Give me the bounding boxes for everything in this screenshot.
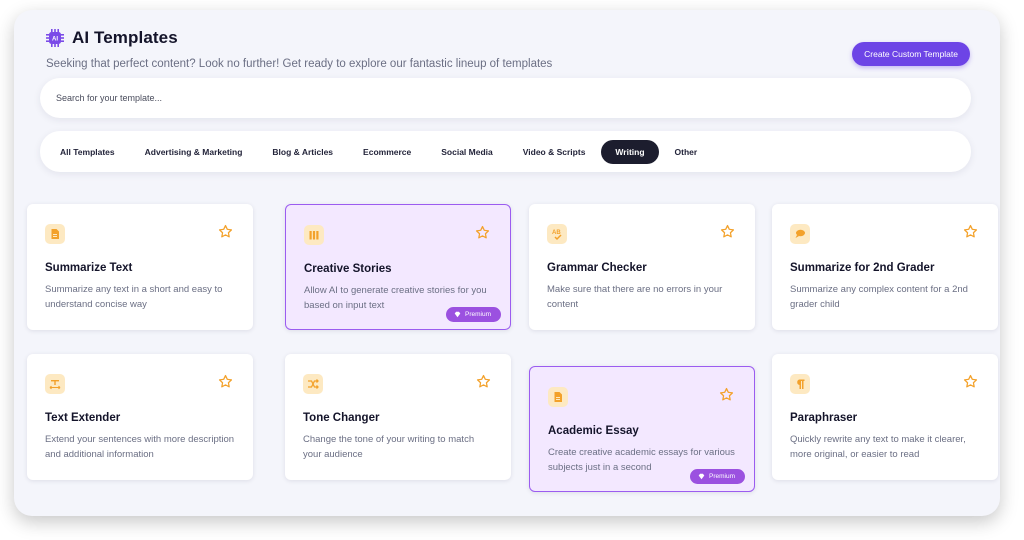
template-card-tone-changer[interactable]: Tone Changer Change the tone of your wri…: [285, 354, 511, 480]
tab-ecommerce[interactable]: Ecommerce: [349, 140, 425, 164]
document-icon: [548, 387, 568, 407]
star-icon[interactable]: [476, 374, 491, 389]
card-title: Creative Stories: [304, 263, 392, 275]
ai-chip-icon: AI: [46, 29, 64, 47]
card-description: Make sure that there are no errors in yo…: [547, 284, 723, 310]
card-description: Summarize any text in a short and easy t…: [45, 284, 223, 310]
search-input[interactable]: [40, 93, 971, 103]
tab-other[interactable]: Other: [661, 140, 712, 164]
premium-label: Premium: [708, 473, 735, 480]
star-icon[interactable]: [218, 224, 233, 239]
card-title: Tone Changer: [303, 412, 380, 424]
pilcrow-icon: [790, 374, 810, 394]
category-tabs: All Templates Advertising & Marketing Bl…: [40, 131, 971, 172]
speech-bubble-icon: [790, 224, 810, 244]
create-custom-template-button[interactable]: Create Custom Template: [852, 42, 970, 66]
card-title: Grammar Checker: [547, 262, 647, 274]
tab-advertising-marketing[interactable]: Advertising & Marketing: [131, 140, 257, 164]
tab-blog-articles[interactable]: Blog & Articles: [258, 140, 347, 164]
books-icon: [304, 225, 324, 245]
tab-writing[interactable]: Writing: [601, 139, 659, 164]
template-card-creative-stories[interactable]: Creative Stories Allow AI to generate cr…: [285, 204, 511, 330]
card-title: Summarize Text: [45, 262, 133, 274]
template-card-academic-essay[interactable]: Academic Essay Create creative academic …: [529, 366, 755, 492]
card-description: Quickly rewrite any text to make it clea…: [790, 434, 966, 460]
star-icon[interactable]: [475, 225, 490, 240]
premium-label: Premium: [464, 311, 491, 318]
abc-check-icon: AB: [547, 224, 567, 244]
card-description: Extend your sentences with more descript…: [45, 434, 235, 460]
template-card-summarize-text[interactable]: Summarize Text Summarize any text in a s…: [27, 204, 253, 330]
star-icon[interactable]: [218, 374, 233, 389]
shuffle-icon: [303, 374, 323, 394]
page-title: AI Templates: [72, 28, 178, 47]
star-icon[interactable]: [963, 224, 978, 239]
card-title: Academic Essay: [548, 425, 639, 437]
card-title: Text Extender: [45, 412, 121, 424]
page-subtitle: Seeking that perfect content? Look no fu…: [46, 58, 553, 70]
svg-text:AI: AI: [52, 37, 58, 43]
template-card-grammar-checker[interactable]: AB Grammar Checker Make sure that there …: [529, 204, 755, 330]
template-card-paraphraser[interactable]: Paraphraser Quickly rewrite any text to …: [772, 354, 998, 480]
title-row: AI AI Templates: [46, 28, 970, 48]
card-description: Summarize any complex content for a 2nd …: [790, 284, 968, 310]
template-card-text-extender[interactable]: Text Extender Extend your sentences with…: [27, 354, 253, 480]
premium-badge: Premium: [689, 469, 745, 484]
tab-video-scripts[interactable]: Video & Scripts: [509, 140, 600, 164]
premium-badge: Premium: [445, 307, 501, 322]
header: AI AI Templates Seeking that perfect con…: [46, 28, 970, 84]
app-window: AI AI Templates Seeking that perfect con…: [14, 10, 1000, 516]
template-card-summarize-2nd-grader[interactable]: Summarize for 2nd Grader Summarize any c…: [772, 204, 998, 330]
star-icon[interactable]: [720, 224, 735, 239]
text-expand-icon: [45, 374, 65, 394]
star-icon[interactable]: [963, 374, 978, 389]
diamond-icon: [454, 311, 461, 318]
tab-all-templates[interactable]: All Templates: [46, 140, 129, 164]
card-description: Change the tone of your writing to match…: [303, 434, 475, 460]
card-title: Summarize for 2nd Grader: [790, 262, 935, 274]
document-icon: [45, 224, 65, 244]
diamond-icon: [698, 473, 705, 480]
search-bar: [40, 78, 971, 118]
star-icon[interactable]: [719, 387, 734, 402]
card-title: Paraphraser: [790, 412, 858, 424]
tab-social-media[interactable]: Social Media: [427, 140, 507, 164]
